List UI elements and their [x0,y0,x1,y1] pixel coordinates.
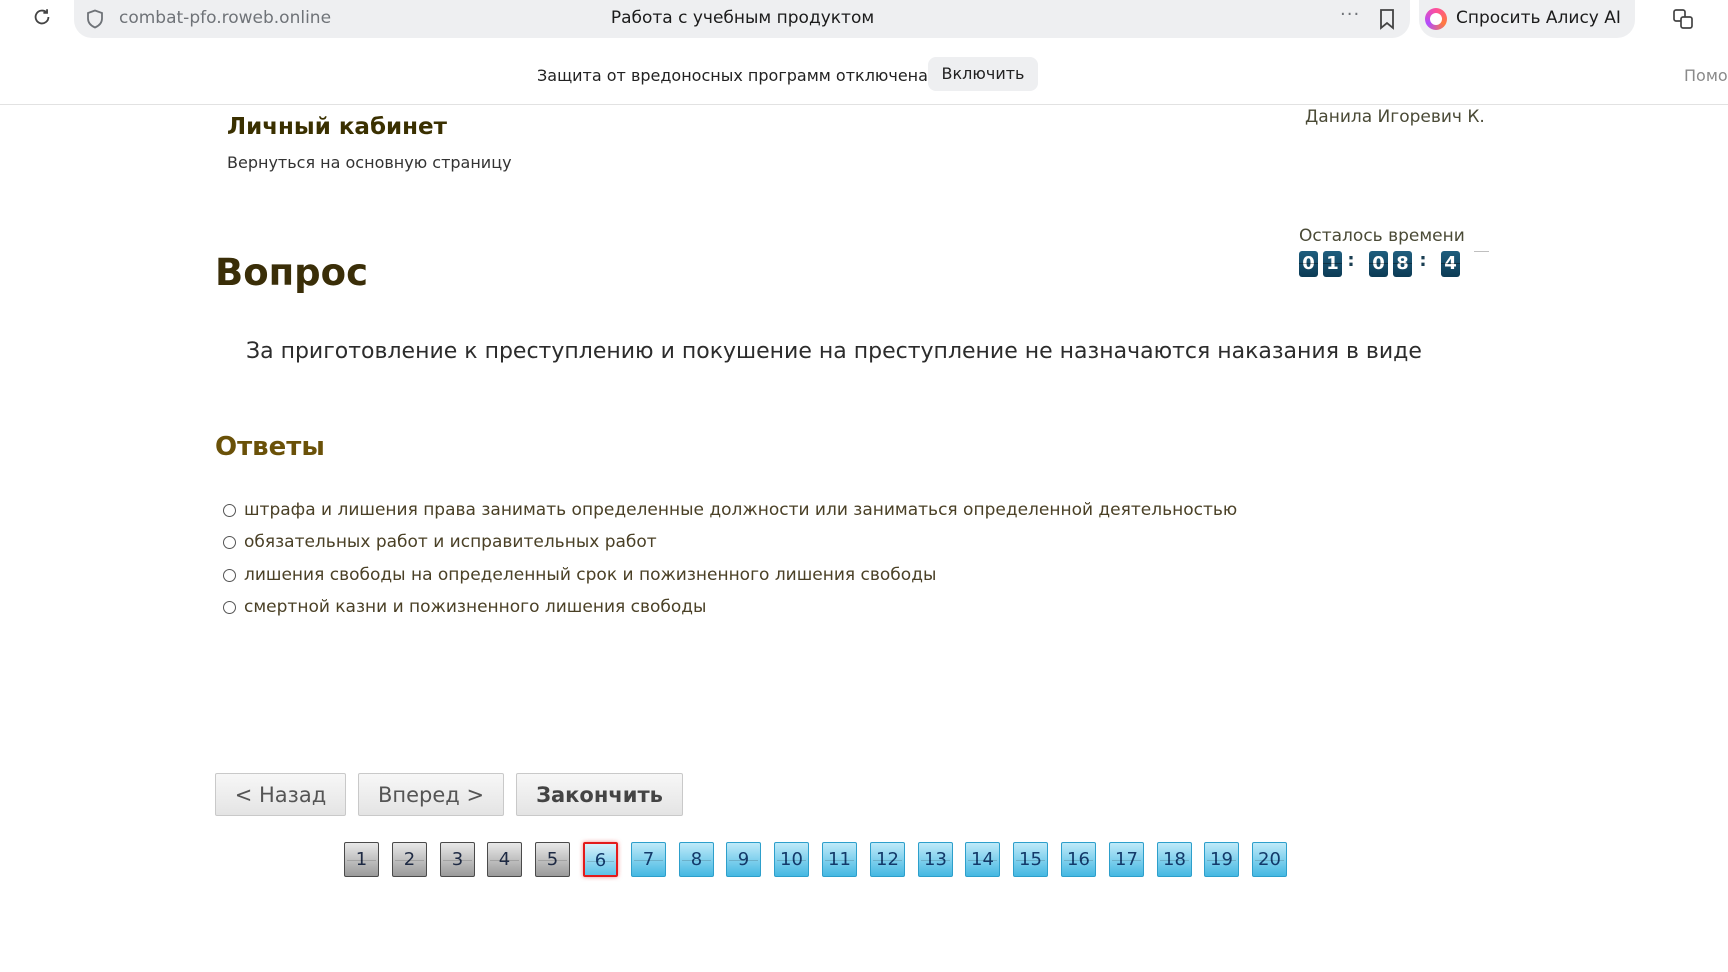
more-icon[interactable]: ··· [1340,4,1360,25]
timer-digit: 0 [1299,251,1318,277]
timer-divider [1474,251,1489,252]
bookmark-icon[interactable] [1378,8,1396,30]
forward-button[interactable]: Вперед > [358,773,504,816]
page-button-8[interactable]: 8 [679,842,714,877]
answer-label[interactable]: смертной казни и пожизненного лишения св… [244,597,706,617]
page-button-5[interactable]: 5 [535,842,570,877]
cabinet-title[interactable]: Личный кабинет [227,114,447,140]
timer-separator: : [1419,250,1427,271]
page-button-19[interactable]: 19 [1204,842,1239,877]
page-button-18[interactable]: 18 [1157,842,1192,877]
question-text: За приготовление к преступлению и покуше… [246,339,1422,364]
user-name: Данила Игоревич К. [1305,107,1485,127]
timer-digit: 0 [1369,251,1388,277]
page-button-10[interactable]: 10 [774,842,809,877]
answer-radio[interactable] [223,504,236,517]
answer-radio[interactable] [223,601,236,614]
alice-icon [1425,8,1447,30]
alice-label[interactable]: Спросить Алису AI [1456,8,1621,28]
infobar-message: Защита от вредоносных программ отключена [537,66,928,85]
timer-label: Осталось времени [1299,226,1465,246]
page-button-3[interactable]: 3 [440,842,475,877]
answer-label[interactable]: обязательных работ и исправительных рабо… [244,532,657,552]
page-button-13[interactable]: 13 [918,842,953,877]
page-button-15[interactable]: 15 [1013,842,1048,877]
back-button[interactable]: < Назад [215,773,346,816]
back-to-main-link[interactable]: Вернуться на основную страницу [227,153,512,172]
answer-label[interactable]: лишения свободы на определенный срок и п… [244,565,936,585]
page-button-2[interactable]: 2 [392,842,427,877]
answer-radio[interactable] [223,536,236,549]
page-button-4[interactable]: 4 [487,842,522,877]
page-button-1[interactable]: 1 [344,842,379,877]
page-button-14[interactable]: 14 [965,842,1000,877]
enable-protection-button[interactable]: Включить [928,57,1038,91]
answer-label[interactable]: штрафа и лишения права занимать определе… [244,500,1237,520]
page-button-17[interactable]: 17 [1109,842,1144,877]
timer-digit: 4 [1441,251,1460,277]
page-button-7[interactable]: 7 [631,842,666,877]
question-heading: Вопрос [215,251,369,294]
page-button-9[interactable]: 9 [726,842,761,877]
extensions-icon[interactable] [1671,7,1695,31]
page-button-6[interactable]: 6 [583,842,618,877]
tab-title: Работа с учебным продуктом [610,8,875,28]
page-button-20[interactable]: 20 [1252,842,1287,877]
timer-separator: : [1347,250,1355,271]
timer-digit: 8 [1393,251,1412,277]
help-link[interactable]: Помо [1684,66,1728,85]
answers-heading: Ответы [215,432,325,462]
answer-radio[interactable] [223,569,236,582]
finish-button[interactable]: Закончить [516,773,683,816]
page-button-11[interactable]: 11 [822,842,857,877]
page-button-12[interactable]: 12 [870,842,905,877]
timer-digit: 1 [1323,251,1342,277]
page-button-16[interactable]: 16 [1061,842,1096,877]
